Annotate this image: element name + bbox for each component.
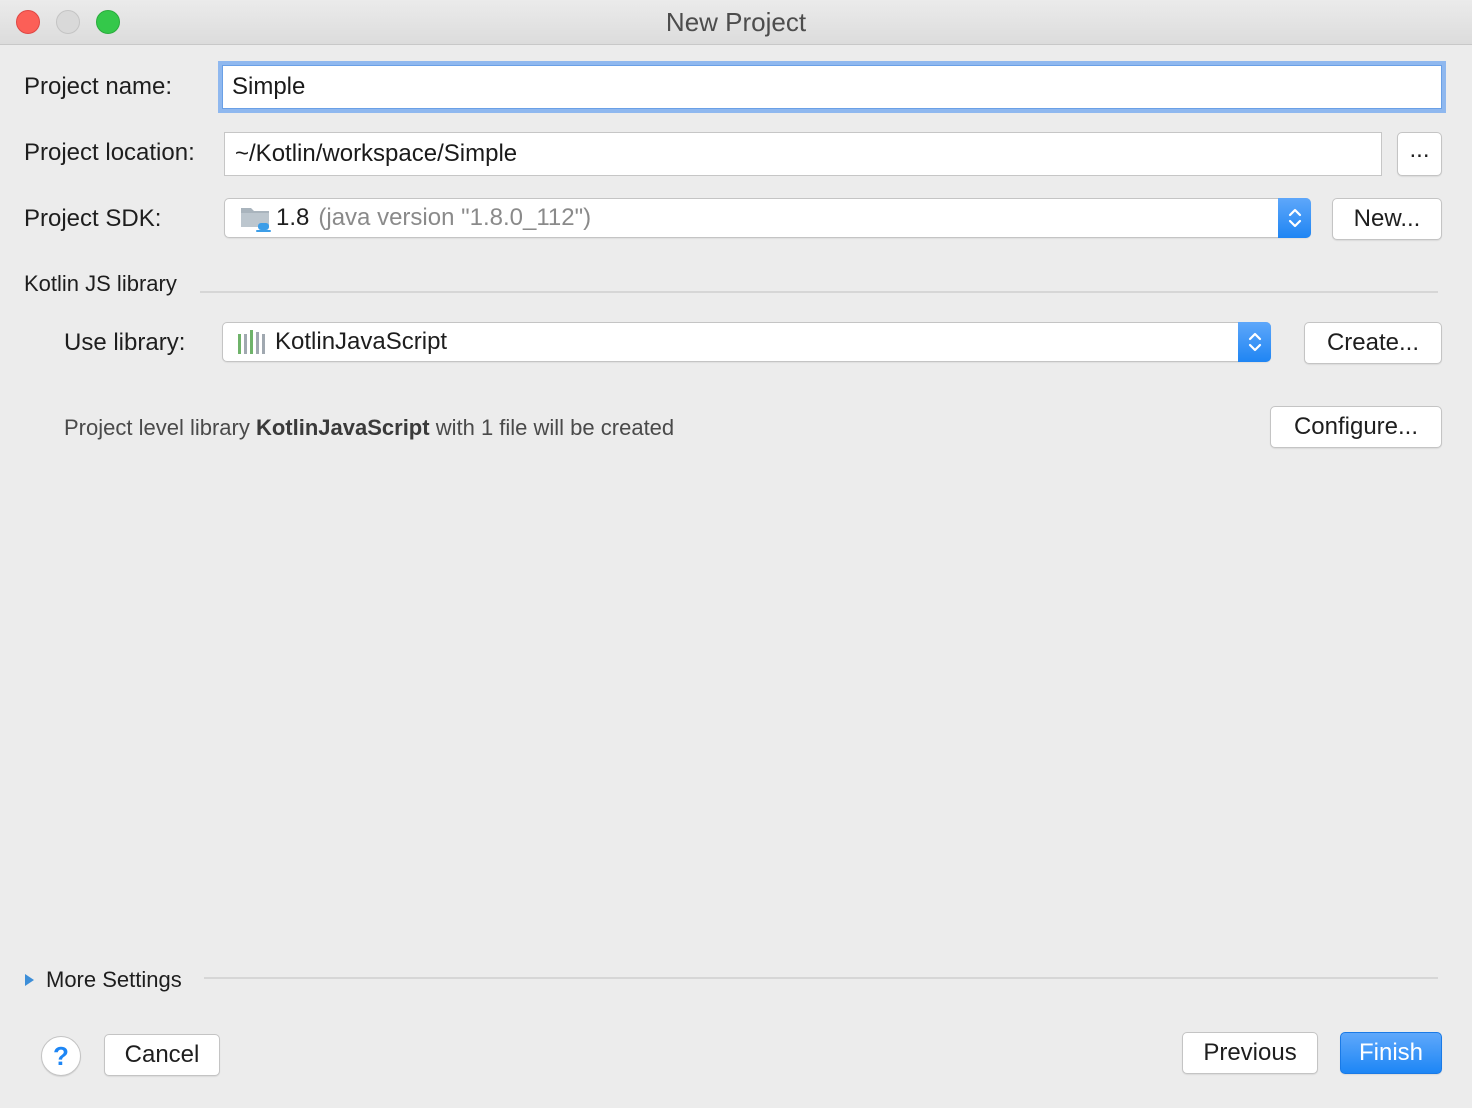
project-name-input[interactable]: Simple <box>218 61 1446 113</box>
project-location-value: ~/Kotlin/workspace/Simple <box>235 140 518 167</box>
more-settings-toggle[interactable]: More Settings <box>24 966 194 994</box>
library-select[interactable]: KotlinJavaScript <box>222 322 1271 362</box>
kotlin-js-section-title: Kotlin JS library <box>24 271 177 296</box>
more-settings-label: More Settings <box>46 967 182 992</box>
library-icon <box>237 329 267 355</box>
new-sdk-button[interactable]: New... <box>1332 198 1442 240</box>
chevron-up-down-icon <box>1288 208 1301 228</box>
library-info-text: Project level library KotlinJavaScript w… <box>64 415 674 441</box>
help-icon: ? <box>53 1040 69 1071</box>
configure-library-button[interactable]: Configure... <box>1270 406 1442 448</box>
new-project-dialog: New Project Project name: Simple Project… <box>0 0 1472 1108</box>
use-library-label: Use library: <box>64 329 186 356</box>
project-location-label: Project location: <box>24 139 195 166</box>
title-bar: New Project <box>0 0 1472 45</box>
info-library-name: KotlinJavaScript <box>255 415 430 440</box>
project-location-input[interactable]: ~/Kotlin/workspace/Simple <box>224 132 1382 176</box>
project-name-value: Simple <box>232 73 306 100</box>
window-title: New Project <box>665 7 807 37</box>
browse-location-button[interactable]: ... <box>1397 132 1442 176</box>
previous-button[interactable]: Previous <box>1182 1032 1318 1074</box>
folder-java-icon <box>240 203 272 233</box>
section-separator <box>200 291 1438 293</box>
disclosure-triangle-icon <box>25 974 34 986</box>
finish-button[interactable]: Finish <box>1340 1032 1442 1074</box>
library-dropdown-arrow[interactable] <box>1238 322 1271 362</box>
project-name-label: Project name: <box>24 73 173 100</box>
more-settings-separator <box>204 977 1438 979</box>
sdk-detail: (java version "1.8.0_112") <box>318 204 592 231</box>
chevron-up-down-icon <box>1248 332 1261 352</box>
cancel-button[interactable]: Cancel <box>104 1034 220 1076</box>
project-sdk-select[interactable]: 1.8 (java version "1.8.0_112") <box>224 198 1311 238</box>
info-prefix: Project level library <box>64 415 250 440</box>
help-button[interactable]: ? <box>41 1036 81 1076</box>
info-suffix: with 1 file will be created <box>435 415 675 440</box>
create-library-button[interactable]: Create... <box>1304 322 1442 364</box>
sdk-dropdown-arrow[interactable] <box>1278 198 1311 238</box>
project-sdk-label: Project SDK: <box>24 205 162 232</box>
sdk-version: 1.8 <box>276 204 310 231</box>
library-value: KotlinJavaScript <box>275 328 448 355</box>
